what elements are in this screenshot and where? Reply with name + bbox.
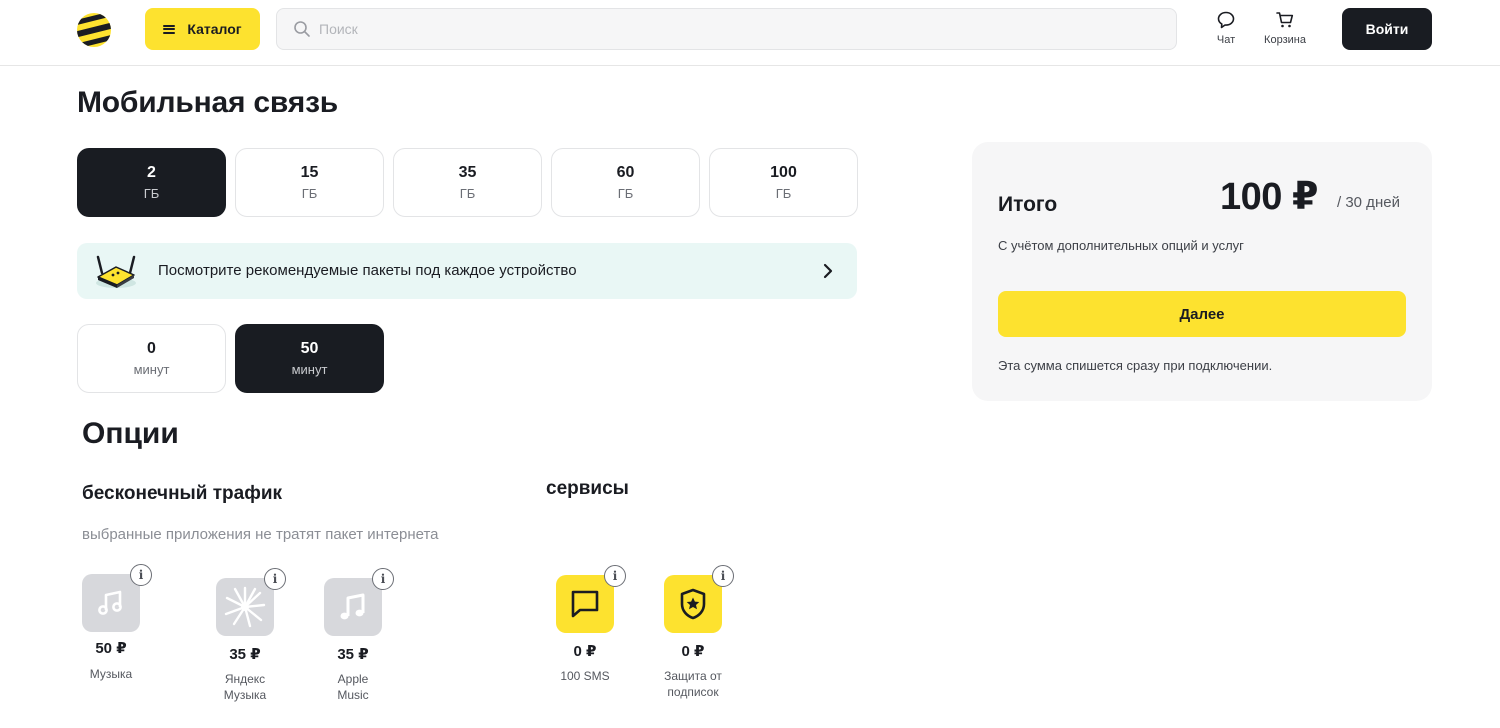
message-icon — [571, 590, 599, 618]
option-label: Apple Music — [337, 672, 369, 702]
cart-button[interactable]: Корзина — [1258, 10, 1312, 46]
login-button[interactable]: Войти — [1342, 8, 1432, 50]
chat-button[interactable]: Чат — [1208, 10, 1244, 46]
option-price: 50 ₽ — [95, 640, 127, 657]
package-unit: ГБ — [459, 186, 476, 201]
option-label: Яндекс Музыка — [223, 672, 267, 702]
data-package-selector: 2 ГБ 15 ГБ 35 ГБ 60 ГБ 100 ГБ — [77, 148, 858, 217]
package-unit: ГБ — [301, 186, 318, 201]
yandex-music-icon — [224, 586, 266, 628]
music-note-icon — [98, 590, 122, 615]
banner-text: Посмотрите рекомендуемые пакеты под кажд… — [158, 262, 577, 279]
search-input[interactable] — [319, 21, 1139, 37]
services-title: сервисы — [546, 478, 629, 499]
apple-music-icon — [340, 593, 365, 620]
summary-period: / 30 дней — [1337, 194, 1400, 211]
option-icon-box: i — [664, 565, 734, 633]
option-icon-box: i — [82, 564, 152, 632]
info-icon[interactable]: i — [264, 568, 286, 590]
option-apple-music[interactable]: i 35 ₽ Apple Music — [324, 568, 394, 703]
service-subscription-protection[interactable]: i 0 ₽ Защита от подписок — [664, 565, 734, 700]
menu-icon — [163, 24, 176, 34]
option-label: Музыка — [89, 667, 133, 681]
info-icon[interactable]: i — [130, 564, 152, 586]
summary-label: Итого — [998, 193, 1058, 216]
data-package-tile[interactable]: 35 ГБ — [393, 148, 542, 217]
unlimited-traffic-description: выбранные приложения не тратят пакет инт… — [82, 526, 439, 543]
package-value: 2 — [147, 164, 156, 181]
search-bar[interactable] — [276, 8, 1177, 50]
option-price: 0 ₽ — [573, 643, 597, 660]
info-icon[interactable]: i — [372, 568, 394, 590]
option-price: 35 ₽ — [229, 646, 261, 663]
chat-label: Чат — [1216, 34, 1236, 46]
option-music[interactable]: i 50 ₽ Музыка — [82, 564, 152, 682]
info-icon[interactable]: i — [604, 565, 626, 587]
package-unit: минут — [291, 362, 328, 377]
option-icon-box: i — [324, 568, 394, 636]
package-value: 100 — [770, 164, 797, 181]
package-unit: ГБ — [775, 186, 792, 201]
summary-card: Итого 100 ₽ / 30 дней С учётом дополните… — [972, 142, 1432, 401]
data-package-tile[interactable]: 100 ГБ — [709, 148, 858, 217]
unlimited-traffic-title: бесконечный трафик — [82, 483, 283, 504]
recommended-packages-banner[interactable]: Посмотрите рекомендуемые пакеты под кажд… — [77, 243, 857, 299]
data-package-tile[interactable]: 60 ГБ — [551, 148, 700, 217]
summary-amount: 100 ₽ — [1220, 176, 1318, 218]
option-price: 0 ₽ — [681, 643, 705, 660]
package-unit: минут — [133, 362, 170, 377]
beeline-logo-icon[interactable] — [76, 12, 112, 48]
summary-footnote: Эта сумма спишется сразу при подключении… — [998, 358, 1273, 373]
service-sms[interactable]: i 0 ₽ 100 SMS — [556, 565, 626, 684]
option-yandex-music[interactable]: i 35 ₽ Яндекс Музыка — [216, 568, 286, 703]
package-unit: ГБ — [617, 186, 634, 201]
package-value: 60 — [616, 164, 635, 181]
option-icon-box: i — [556, 565, 626, 633]
cart-label: Корзина — [1264, 34, 1306, 46]
chat-icon — [1217, 11, 1235, 29]
data-package-tile[interactable]: 2 ГБ — [77, 148, 226, 217]
chevron-right-icon — [823, 263, 833, 279]
next-button[interactable]: Далее — [998, 291, 1406, 337]
option-label: Защита от подписок — [664, 669, 722, 699]
router-icon — [96, 255, 136, 288]
options-title: Опции — [82, 417, 179, 450]
page-title: Мобильная связь — [77, 86, 339, 119]
package-value: 50 — [300, 340, 319, 357]
minutes-package-tile[interactable]: 0 минут — [77, 324, 226, 393]
minutes-package-selector: 0 минут 50 минут — [77, 324, 384, 393]
package-value: 15 — [300, 164, 319, 181]
package-unit: ГБ — [143, 186, 160, 201]
option-label: 100 SMS — [560, 669, 610, 683]
option-price: 35 ₽ — [337, 646, 369, 663]
data-package-tile[interactable]: 15 ГБ — [235, 148, 384, 217]
shield-star-icon — [680, 588, 706, 620]
search-icon — [294, 21, 310, 37]
option-icon-box: i — [216, 568, 286, 636]
catalog-button[interactable]: Каталог — [145, 8, 260, 50]
info-icon[interactable]: i — [712, 565, 734, 587]
catalog-label: Каталог — [187, 21, 242, 37]
package-value: 0 — [147, 340, 156, 357]
header: Каталог Чат Корзина Войти — [0, 0, 1500, 66]
minutes-package-tile[interactable]: 50 минут — [235, 324, 384, 393]
package-value: 35 — [458, 164, 477, 181]
cart-icon — [1276, 12, 1294, 28]
summary-note: С учётом дополнительных опций и услуг — [998, 238, 1244, 253]
